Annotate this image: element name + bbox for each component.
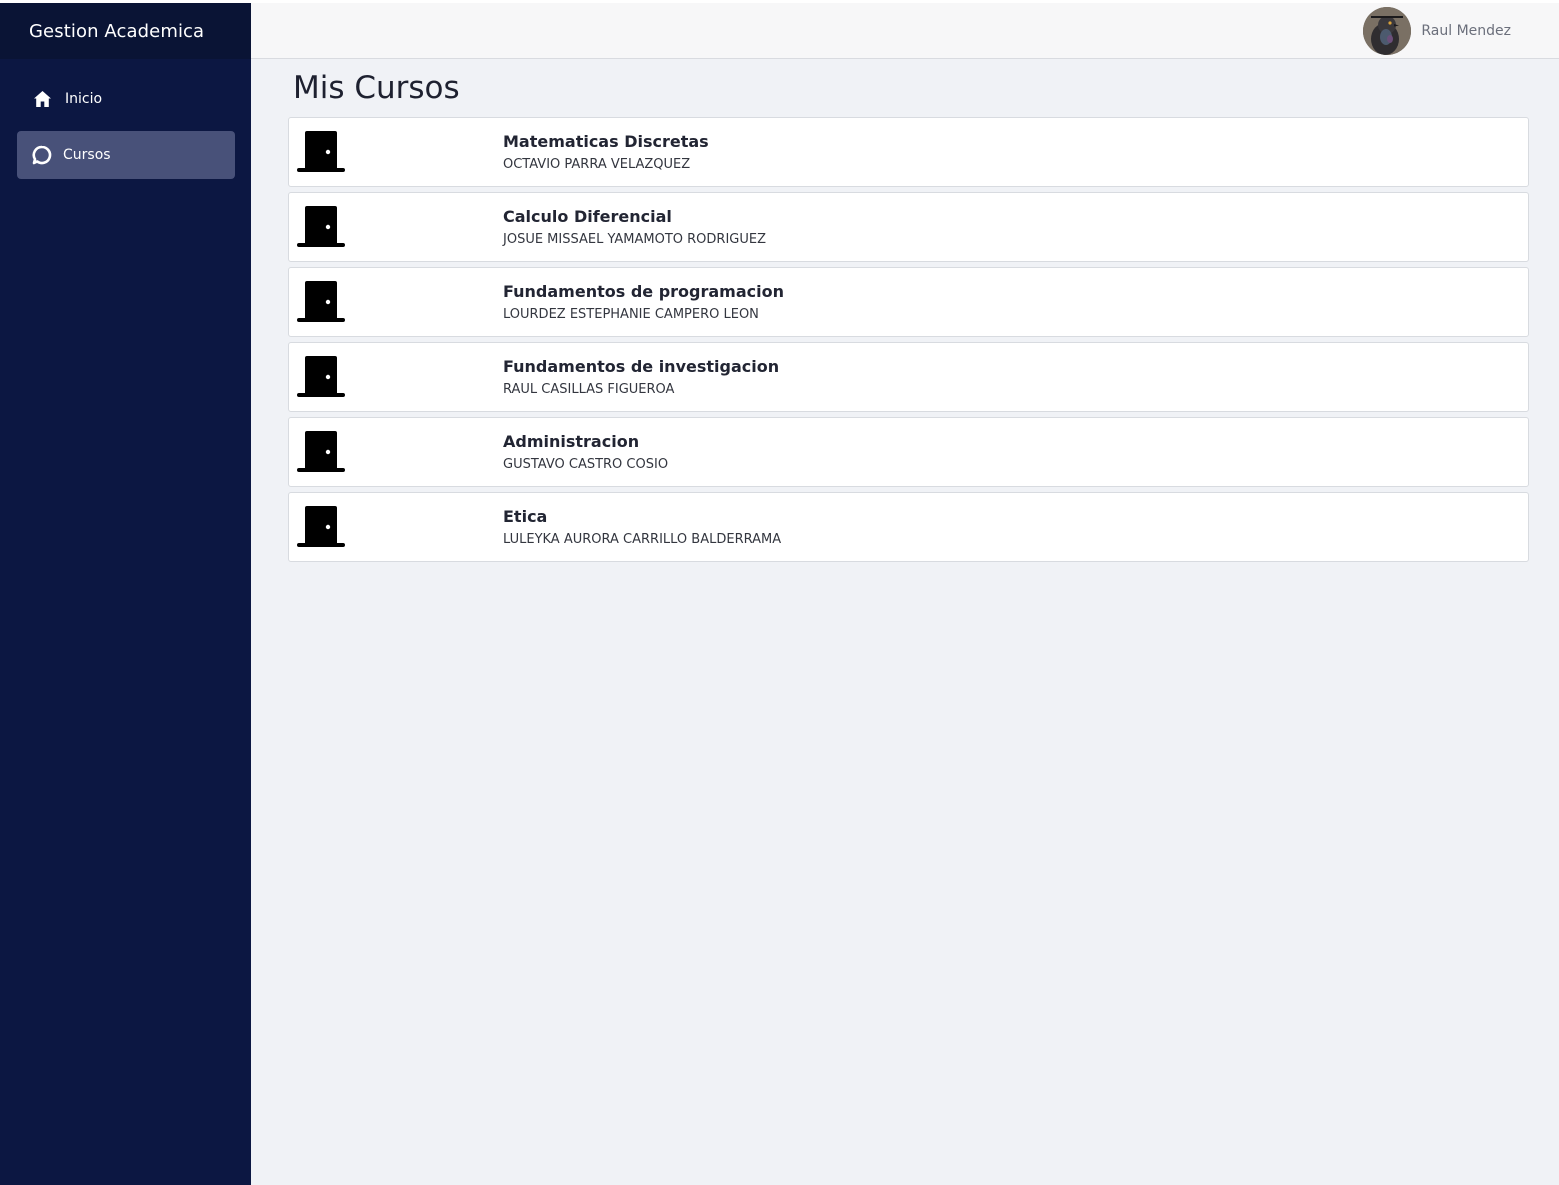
course-card[interactable]: Etica LULEYKA AURORA CARRILLO BALDERRAMA — [288, 492, 1529, 562]
home-icon — [32, 89, 52, 109]
course-teacher: OCTAVIO PARRA VELAZQUEZ — [503, 156, 691, 172]
course-teacher: GUSTAVO CASTRO COSIO — [503, 456, 669, 472]
course-name: Fundamentos de programacion — [503, 281, 784, 301]
pigeon-icon — [1363, 7, 1412, 55]
course-name: Etica — [503, 506, 548, 526]
brand-title[interactable]: Gestion Academica — [0, 3, 251, 59]
course-teacher: LULEYKA AURORA CARRILLO BALDERRAMA — [503, 531, 782, 547]
main-content: Mis Cursos Matematicas Discretas OCTAVIO… — [288, 59, 1529, 567]
course-name: Matematicas Discretas — [503, 131, 709, 151]
course-list: Matematicas Discretas OCTAVIO PARRA VELA… — [288, 117, 1529, 562]
course-teacher: LOURDEZ ESTEPHANIE CAMPERO LEON — [503, 306, 759, 322]
sidebar-item-inicio[interactable]: Inicio — [17, 75, 235, 123]
user-menu[interactable]: Raul Mendez — [1363, 6, 1511, 56]
course-card[interactable]: Matematicas Discretas OCTAVIO PARRA VELA… — [288, 117, 1529, 187]
user-name[interactable]: Raul Mendez — [1421, 23, 1511, 39]
door-icon — [293, 274, 349, 330]
door-icon — [293, 499, 349, 555]
course-name: Fundamentos de investigacion — [503, 356, 780, 376]
sidebar-nav: Inicio Cursos — [0, 59, 251, 179]
sidebar-item-label: Cursos — [63, 147, 111, 163]
course-card[interactable]: Fundamentos de investigacion RAUL CASILL… — [288, 342, 1529, 412]
course-teacher: RAUL CASILLAS FIGUEROA — [503, 381, 675, 397]
sidebar: Gestion Academica Inicio Cursos — [0, 0, 251, 1185]
avatar[interactable] — [1363, 7, 1412, 55]
chat-bubble-icon — [32, 145, 52, 165]
door-icon — [293, 424, 349, 480]
door-icon — [293, 199, 349, 255]
course-card[interactable]: Fundamentos de programacion LOURDEZ ESTE… — [288, 267, 1529, 337]
app-root: Gestion Academica Inicio Cursos Raul Men… — [0, 0, 1559, 1185]
course-card[interactable]: Calculo Diferencial JOSUE MISSAEL YAMAMO… — [288, 192, 1529, 262]
course-name: Calculo Diferencial — [503, 206, 672, 226]
sidebar-item-label: Inicio — [65, 91, 103, 107]
door-icon — [293, 349, 349, 405]
top-bar: Raul Mendez — [251, 0, 1559, 59]
sidebar-item-cursos[interactable]: Cursos — [17, 131, 235, 179]
course-teacher: JOSUE MISSAEL YAMAMOTO RODRIGUEZ — [503, 231, 766, 247]
course-card[interactable]: Administracion GUSTAVO CASTRO COSIO — [288, 417, 1529, 487]
page-title: Mis Cursos — [293, 70, 460, 106]
course-name: Administracion — [503, 431, 640, 451]
door-icon — [293, 124, 349, 180]
